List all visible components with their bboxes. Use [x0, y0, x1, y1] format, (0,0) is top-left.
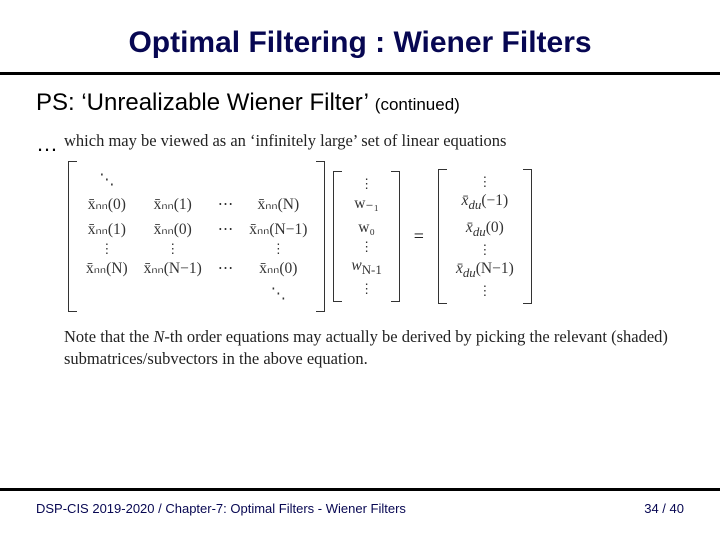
cell: x̄ₙₙ(0) — [136, 217, 210, 242]
footer-left: DSP-CIS 2019-2020 / Chapter-7: Optimal F… — [36, 501, 406, 516]
cell: x̄ₙₙ(N−1) — [241, 217, 315, 242]
body: … which may be viewed as an ‘infinitely … — [36, 125, 684, 371]
note-part1: Note that the — [64, 327, 153, 346]
cell: x̄ₙₙ(N) — [78, 256, 136, 281]
slide-title: Optimal Filtering : Wiener Filters — [36, 26, 684, 60]
equals-sign: = — [408, 226, 430, 247]
cell — [210, 242, 242, 256]
cell: ⋮ — [136, 242, 210, 256]
footer-page-number: 34 / 40 — [644, 501, 684, 516]
footer-rule — [0, 488, 720, 491]
title-rule — [0, 72, 720, 75]
cell: ⋮ — [343, 282, 389, 296]
cell — [78, 281, 136, 306]
cell: ⋱ — [78, 167, 136, 192]
cell: ⋮ — [448, 175, 522, 189]
cell: x̄ₙₙ(1) — [78, 217, 136, 242]
cell: ⋯ — [210, 217, 242, 242]
cell: w₋₁ — [343, 191, 389, 216]
cell — [210, 167, 242, 192]
cell: ⋮ — [448, 243, 522, 257]
footer: DSP-CIS 2019-2020 / Chapter-7: Optimal F… — [0, 488, 720, 516]
vector-b: ⋮ x̄du(−1) x̄du(0) ⋮ x̄du(N−1) ⋮ — [438, 169, 532, 304]
equation-row: ⋱ x̄ₙₙ(0)x̄ₙₙ(1)⋯x̄ₙₙ(N) x̄ₙₙ(1)x̄ₙₙ(0)⋯… — [68, 161, 684, 312]
vector-w: ⋮ w₋₁ w₀ ⋮ wN-1 ⋮ — [333, 171, 399, 301]
cell: ⋮ — [448, 284, 522, 298]
cell — [136, 281, 210, 306]
cell: x̄ₙₙ(N) — [241, 192, 315, 217]
cell: x̄ₙₙ(0) — [78, 192, 136, 217]
cell: ⋮ — [343, 177, 389, 191]
cell: x̄ₙₙ(N−1) — [136, 256, 210, 281]
cell: ⋯ — [210, 256, 242, 281]
figure-note: Note that the N-th order equations may a… — [64, 326, 684, 371]
cell — [136, 167, 210, 192]
equation-figure: which may be viewed as an ‘infinitely la… — [62, 125, 684, 371]
cell: x̄du(N−1) — [448, 257, 522, 284]
cell-wNm1: wN-1 — [343, 254, 389, 281]
cell: ⋮ — [241, 242, 315, 256]
cell: ⋯ — [210, 192, 242, 217]
cell — [241, 167, 315, 192]
note-N: N — [153, 327, 164, 346]
figure-lead-text: which may be viewed as an ‘infinitely la… — [64, 131, 684, 151]
cell: x̄ₙₙ(1) — [136, 192, 210, 217]
cell: ⋮ — [78, 242, 136, 256]
heading-continued: (continued) — [375, 95, 460, 114]
cell: w₀ — [343, 216, 389, 240]
slide-heading: PS: ‘Unrealizable Wiener Filter’ (contin… — [36, 89, 684, 117]
cell: ⋮ — [343, 240, 389, 254]
matrix-A: ⋱ x̄ₙₙ(0)x̄ₙₙ(1)⋯x̄ₙₙ(N) x̄ₙₙ(1)x̄ₙₙ(0)⋯… — [68, 161, 325, 312]
leading-ellipsis: … — [36, 131, 58, 157]
cell — [210, 281, 242, 306]
cell: x̄du(−1) — [448, 189, 522, 216]
cell: ⋱ — [241, 281, 315, 306]
cell: x̄du(0) — [448, 216, 522, 243]
cell: x̄ₙₙ(0) — [241, 256, 315, 281]
heading-text: PS: ‘Unrealizable Wiener Filter’ — [36, 89, 368, 116]
slide: Optimal Filtering : Wiener Filters PS: ‘… — [0, 0, 720, 540]
